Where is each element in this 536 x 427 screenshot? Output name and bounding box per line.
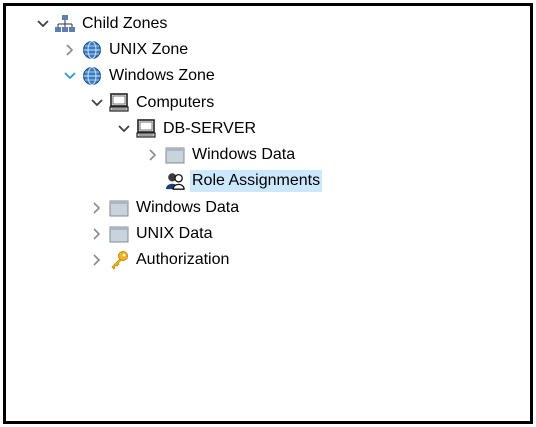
- tree-item-child-zones[interactable]: Child Zones: [36, 13, 169, 35]
- chevron-right-icon[interactable]: [90, 223, 104, 245]
- tree-item-label: Computers: [136, 94, 215, 111]
- tree-item-authorization[interactable]: Authorization: [90, 249, 231, 271]
- chevron-down-icon[interactable]: [117, 118, 131, 140]
- tree-item-computers[interactable]: Computers: [90, 92, 216, 114]
- zone-tree: Child Zones UNIX Zone Windows Zone Compu…: [6, 6, 530, 421]
- tree-item-label: Windows Data: [192, 146, 296, 163]
- key-icon: [109, 250, 129, 270]
- tree-panel: Child Zones UNIX Zone Windows Zone Compu…: [3, 3, 533, 424]
- chevron-right-icon[interactable]: [90, 197, 104, 219]
- folder-icon: [109, 224, 129, 244]
- tree-item-windows-zone[interactable]: Windows Zone: [63, 65, 217, 87]
- tree-item-zone-windows-data[interactable]: Windows Data: [90, 197, 241, 219]
- chevron-right-icon[interactable]: [90, 249, 104, 271]
- computer-icon: [109, 93, 129, 113]
- tree-item-unix-zone[interactable]: UNIX Zone: [63, 39, 190, 61]
- tree-item-role-assignments[interactable]: Role Assignments: [165, 170, 323, 192]
- tree-item-label: Authorization: [136, 251, 230, 268]
- chevron-down-icon[interactable]: [63, 65, 77, 87]
- globe-icon: [82, 66, 102, 86]
- chevron-down-icon[interactable]: [36, 13, 50, 35]
- network-icon: [55, 14, 75, 34]
- tree-item-label: Windows Zone: [109, 67, 215, 84]
- tree-item-db-server[interactable]: DB-SERVER: [117, 118, 258, 140]
- computer-icon: [136, 119, 156, 139]
- folder-icon: [165, 145, 185, 165]
- tree-item-label: DB-SERVER: [163, 120, 257, 137]
- tree-item-label: Role Assignments: [190, 170, 323, 192]
- chevron-right-icon[interactable]: [63, 39, 77, 61]
- chevron-right-icon[interactable]: [146, 144, 160, 166]
- tree-item-label: Child Zones: [82, 15, 168, 32]
- tree-item-label: UNIX Zone: [109, 41, 189, 58]
- users-icon: [165, 171, 185, 191]
- tree-item-label: UNIX Data: [136, 225, 213, 242]
- chevron-down-icon[interactable]: [90, 92, 104, 114]
- tree-empty-area: [6, 286, 530, 416]
- tree-item-unix-data[interactable]: UNIX Data: [90, 223, 214, 245]
- folder-icon: [109, 198, 129, 218]
- tree-item-label: Windows Data: [136, 199, 240, 216]
- tree-item-server-windows-data[interactable]: Windows Data: [146, 144, 297, 166]
- globe-icon: [82, 40, 102, 60]
